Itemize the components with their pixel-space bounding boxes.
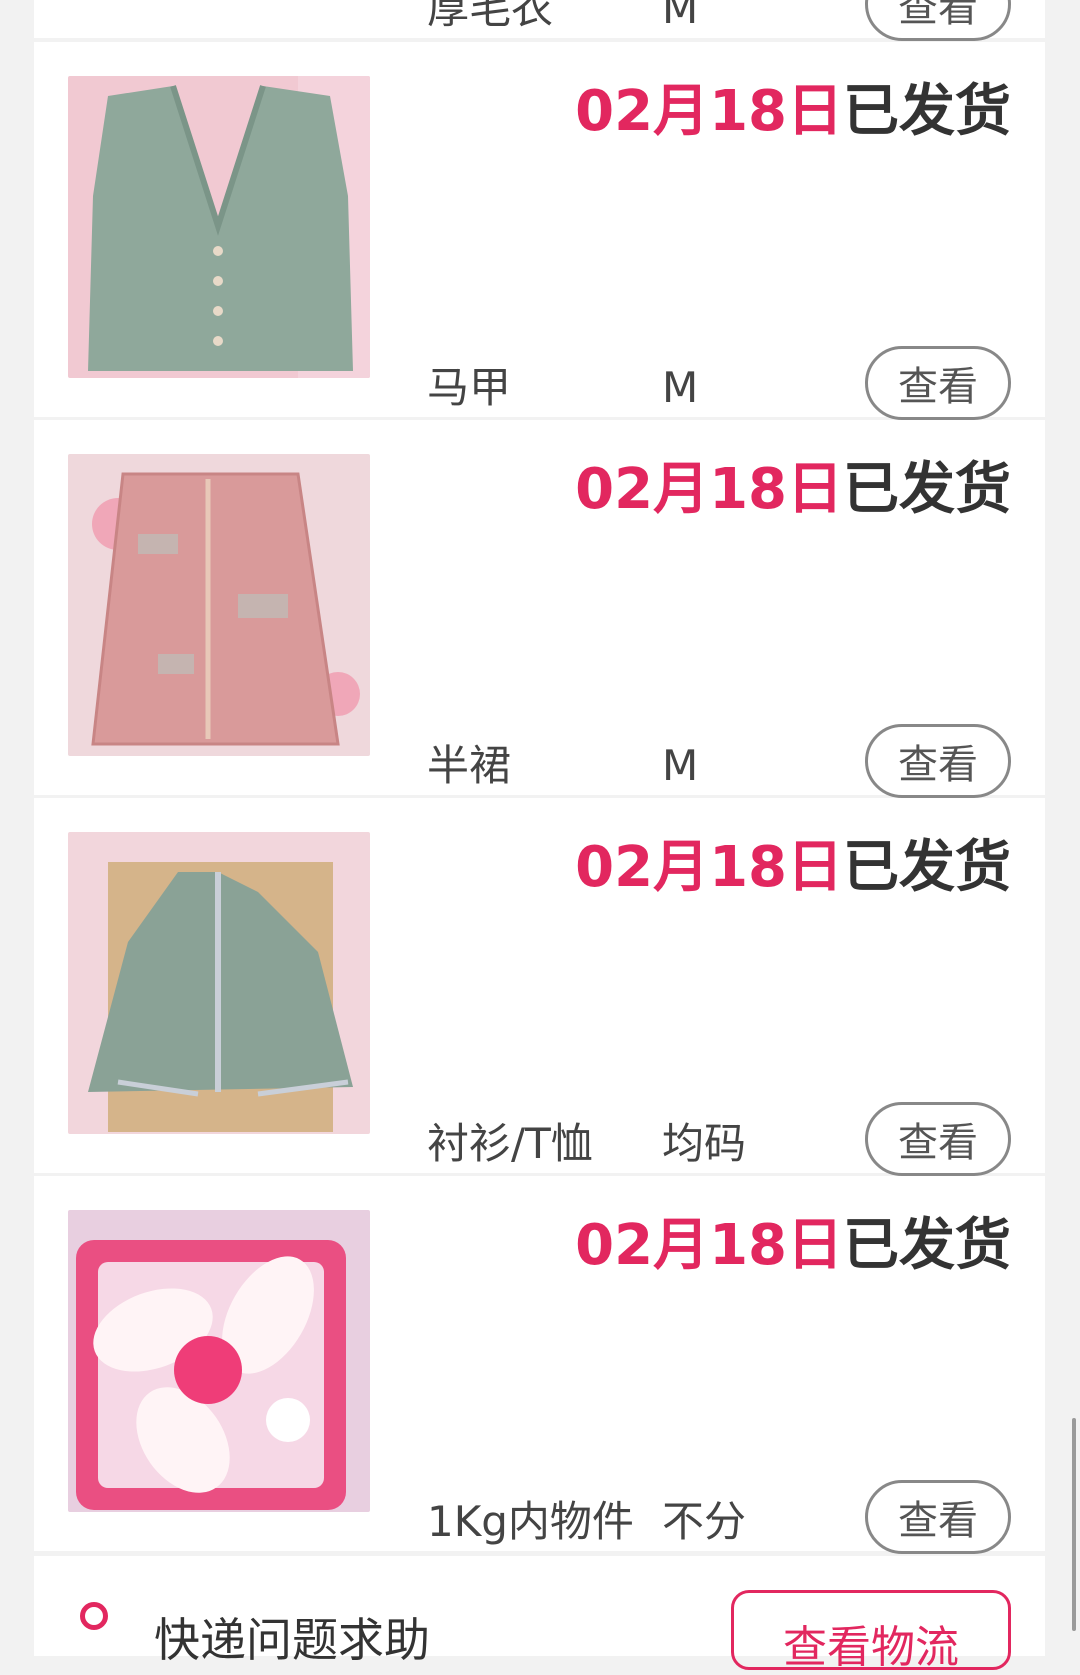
view-button[interactable]: 查看 [865, 724, 1011, 798]
track-shipment-button[interactable]: 查看物流 [731, 1590, 1011, 1673]
shipping-help-card: 快递问题求助 查看物流 [34, 1556, 1045, 1673]
ship-date: 02月18日 [575, 1213, 843, 1278]
help-circle-icon [80, 1602, 108, 1630]
shipping-status: 02月18日已发货 [575, 84, 1011, 140]
scrollbar[interactable] [1072, 1418, 1076, 1631]
ship-date: 02月18日 [575, 835, 843, 900]
list-item: 厚毛衣 M 查看 [34, 0, 1045, 41]
item-size: 均码 [662, 1119, 747, 1168]
view-button[interactable]: 查看 [865, 1102, 1011, 1176]
item-size: 不分 [662, 1497, 747, 1546]
view-button[interactable]: 查看 [865, 346, 1011, 420]
item-size: M [662, 741, 699, 790]
list-item: 02月18日已发货 马甲 M 查看 [34, 42, 1045, 420]
vest-photo-icon [68, 76, 370, 378]
list-item: 02月18日已发货 1Kg内物件 不分 查看 [34, 1176, 1045, 1554]
ship-status: 已发货 [843, 79, 1011, 144]
product-image[interactable] [68, 454, 370, 756]
list-item: 02月18日已发货 衬衫/T恤 均码 查看 [34, 798, 1045, 1176]
product-image[interactable] [68, 832, 370, 1134]
ship-date: 02月18日 [575, 79, 843, 144]
ship-status: 已发货 [843, 835, 1011, 900]
ship-date: 02月18日 [575, 457, 843, 522]
item-size: M [662, 363, 699, 412]
help-label: 快递问题求助 [154, 1613, 430, 1667]
list-item: 02月18日已发货 半裙 M 查看 [34, 420, 1045, 798]
view-button[interactable]: 查看 [865, 0, 1011, 41]
item-name: 厚毛衣 [427, 0, 554, 33]
item-name: 衬衫/T恤 [427, 1119, 593, 1168]
item-name: 半裙 [427, 741, 512, 790]
product-image[interactable] [68, 1210, 370, 1512]
product-image[interactable] [68, 76, 370, 378]
view-button[interactable]: 查看 [865, 1480, 1011, 1554]
item-name: 马甲 [427, 363, 512, 412]
ship-status: 已发货 [843, 457, 1011, 522]
item-name: 1Kg内物件 [427, 1497, 634, 1546]
item-size: M [662, 0, 699, 33]
fan-photo-icon [68, 1210, 370, 1512]
shipping-status: 02月18日已发货 [575, 840, 1011, 896]
ship-status: 已发货 [843, 1213, 1011, 1278]
shipping-status: 02月18日已发货 [575, 462, 1011, 518]
skirt-photo-icon [68, 454, 370, 756]
shirt-photo-icon [68, 832, 370, 1134]
shipping-status: 02月18日已发货 [575, 1218, 1011, 1274]
